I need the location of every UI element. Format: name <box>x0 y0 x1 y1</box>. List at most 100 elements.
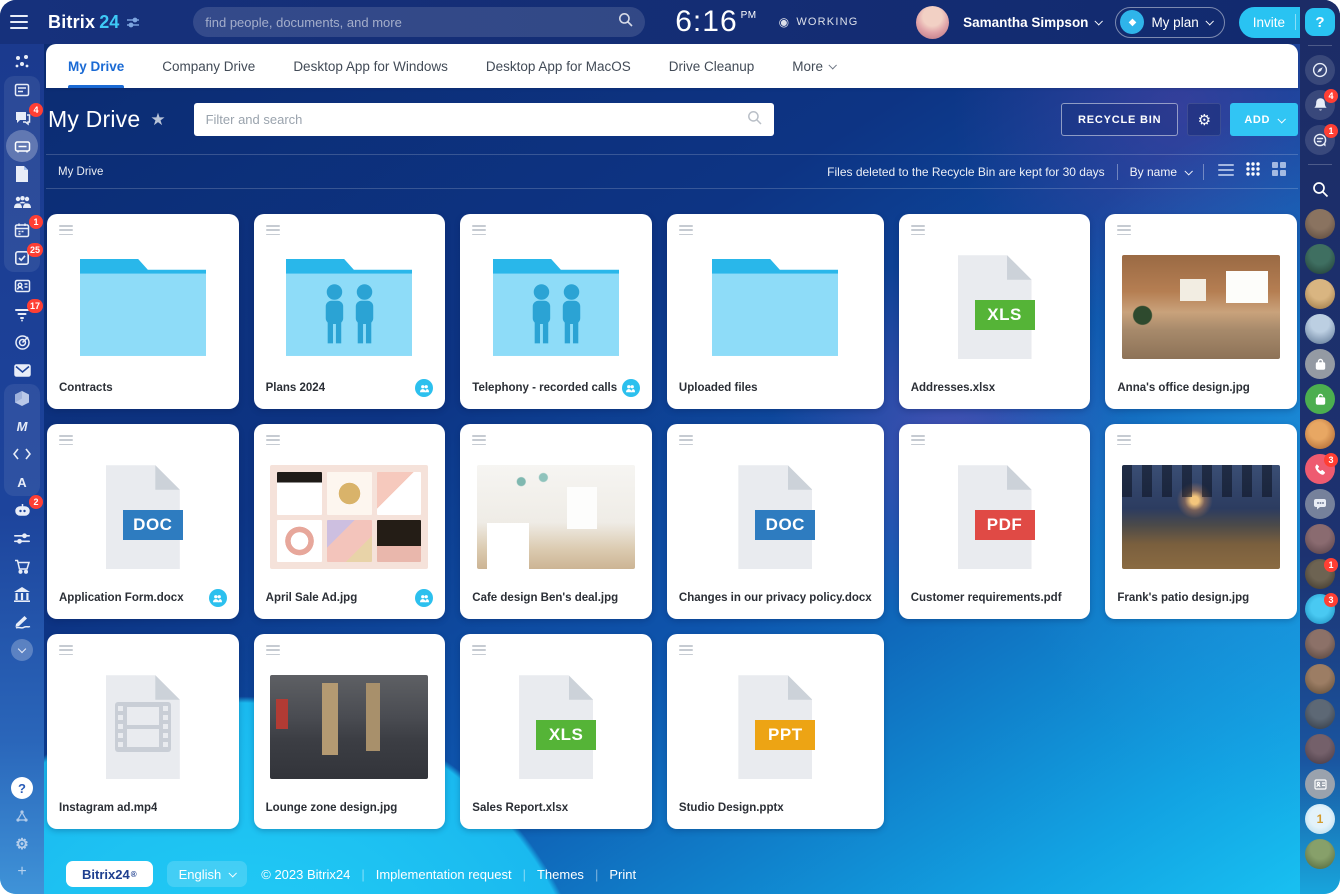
my-plan-button[interactable]: ◆ My plan <box>1115 7 1224 38</box>
sidebar-item-market[interactable]: M <box>4 412 40 440</box>
sidebar-item-sites[interactable] <box>4 384 40 412</box>
sidebar-item-employees[interactable] <box>4 188 40 216</box>
breadcrumb[interactable]: My Drive <box>58 166 103 178</box>
user-avatar[interactable] <box>916 6 949 39</box>
avatar[interactable]: 3 <box>1305 594 1335 624</box>
card-menu-icon[interactable] <box>1117 435 1131 445</box>
view-list-icon[interactable] <box>1218 163 1234 181</box>
file-card[interactable]: XLS Addresses.xlsx <box>899 214 1091 409</box>
sidebar-item-sign[interactable] <box>4 608 40 636</box>
file-card[interactable]: DOC Application Form.docx <box>47 424 239 619</box>
card-menu-icon[interactable] <box>911 225 925 235</box>
card-menu-icon[interactable] <box>679 225 693 235</box>
telephony-phone-icon[interactable]: 3 <box>1305 454 1335 484</box>
filter-search-input[interactable] <box>206 112 747 127</box>
sidebar-item-automation[interactable] <box>4 524 40 552</box>
contact-card-icon[interactable] <box>1305 769 1335 799</box>
notifications-bell-icon[interactable]: 4 <box>1305 90 1335 120</box>
card-menu-icon[interactable] <box>472 645 486 655</box>
avatar[interactable] <box>1305 524 1335 554</box>
file-card[interactable]: Uploaded files <box>667 214 884 409</box>
language-selector[interactable]: English <box>167 861 248 887</box>
file-card[interactable]: April Sale Ad.jpg <box>254 424 446 619</box>
sidebar-search-icon[interactable] <box>1305 174 1335 204</box>
file-card[interactable]: Lounge zone design.jpg <box>254 634 446 829</box>
card-menu-icon[interactable] <box>472 435 486 445</box>
locked-chat-icon[interactable] <box>1305 349 1335 379</box>
main-menu-icon[interactable] <box>10 10 34 34</box>
tab-desktop-macos[interactable]: Desktop App for MacOS <box>486 44 631 88</box>
file-card[interactable]: Frank's patio design.jpg <box>1105 424 1297 619</box>
search-icon[interactable] <box>747 110 762 130</box>
favorite-star-icon[interactable]: ★ <box>150 110 165 130</box>
sidebar-help-button[interactable]: ? <box>4 774 40 802</box>
sidebar-item-newsfeed[interactable] <box>4 76 40 104</box>
logo[interactable]: Bitrix 24 <box>48 12 139 33</box>
sidebar-item-documents[interactable] <box>4 160 40 188</box>
avatar[interactable] <box>1305 839 1335 869</box>
file-card[interactable]: DOC Changes in our privacy policy.docx <box>667 424 884 619</box>
file-card[interactable]: Telephony - recorded calls <box>460 214 652 409</box>
avatar[interactable] <box>1305 699 1335 729</box>
footer-link-print[interactable]: Print <box>609 867 636 882</box>
sidebar-item-store[interactable] <box>4 552 40 580</box>
sidebar-add-button[interactable]: + <box>4 858 40 886</box>
avatar[interactable] <box>1305 279 1335 309</box>
sidebar-item-crm[interactable] <box>4 272 40 300</box>
sidebar-item-devops[interactable] <box>4 440 40 468</box>
view-tiles-icon[interactable] <box>1272 162 1286 181</box>
group-chat-icon[interactable] <box>1305 489 1335 519</box>
file-card[interactable]: Contracts <box>47 214 239 409</box>
footer-link-implementation[interactable]: Implementation request <box>376 867 512 882</box>
sidebar-collapse-chevron[interactable] <box>4 636 40 664</box>
sidebar-item-webmail[interactable] <box>4 356 40 384</box>
file-card[interactable]: PDF Customer requirements.pdf <box>899 424 1091 619</box>
sidebar-settings-gear-icon[interactable]: ⚙ <box>4 830 40 858</box>
avatar[interactable] <box>1305 314 1335 344</box>
file-card[interactable]: Plans 2024 <box>254 214 446 409</box>
sidebar-item-sales-funnel[interactable]: 17 <box>4 300 40 328</box>
search-icon[interactable] <box>618 12 633 32</box>
file-card[interactable]: XLS Sales Report.xlsx <box>460 634 652 829</box>
logo-settings-icon[interactable] <box>127 15 139 33</box>
file-card[interactable]: Instagram ad.mp4 <box>47 634 239 829</box>
card-menu-icon[interactable] <box>679 435 693 445</box>
card-menu-icon[interactable] <box>679 645 693 655</box>
tab-my-drive[interactable]: My Drive <box>68 44 124 88</box>
sidebar-item-structure[interactable] <box>4 802 40 830</box>
messenger-icon[interactable]: 1 <box>1305 125 1335 155</box>
file-card[interactable]: PPT Studio Design.pptx <box>667 634 884 829</box>
tab-drive-cleanup[interactable]: Drive Cleanup <box>669 44 755 88</box>
add-button[interactable]: ADD <box>1230 103 1298 136</box>
settings-gear-button[interactable]: ⚙ <box>1187 103 1221 136</box>
sidebar-item-copilot[interactable]: 2 <box>4 496 40 524</box>
updates-compass-icon[interactable] <box>1305 55 1335 85</box>
open-chat-icon[interactable] <box>1305 384 1335 414</box>
card-menu-icon[interactable] <box>59 225 73 235</box>
card-menu-icon[interactable] <box>911 435 925 445</box>
clock[interactable]: 6:16 PM <box>675 7 756 37</box>
footer-link-themes[interactable]: Themes <box>537 867 584 882</box>
sidebar-item-messenger[interactable]: 4 <box>4 104 40 132</box>
global-search-input[interactable] <box>205 15 618 30</box>
card-menu-icon[interactable] <box>472 225 486 235</box>
sidebar-item-pulse[interactable] <box>4 48 40 76</box>
tab-desktop-windows[interactable]: Desktop App for Windows <box>293 44 448 88</box>
avatar[interactable] <box>1305 629 1335 659</box>
avatar[interactable]: 1 <box>1305 559 1335 589</box>
avatar[interactable] <box>1305 734 1335 764</box>
recycle-bin-button[interactable]: RECYCLE BIN <box>1061 103 1178 136</box>
help-button[interactable]: ? <box>1305 8 1335 36</box>
sort-selector[interactable]: By name <box>1130 165 1191 179</box>
sidebar-item-marketing[interactable] <box>4 328 40 356</box>
card-menu-icon[interactable] <box>1117 225 1131 235</box>
work-status[interactable]: ◉ WORKING <box>779 15 859 29</box>
tab-more[interactable]: More <box>792 44 835 88</box>
avatar[interactable] <box>1305 244 1335 274</box>
sidebar-item-calendar[interactable]: 1 <box>4 216 40 244</box>
avatar[interactable] <box>1305 419 1335 449</box>
avatar[interactable] <box>1305 664 1335 694</box>
avatar[interactable] <box>1305 209 1335 239</box>
card-menu-icon[interactable] <box>266 435 280 445</box>
tab-company-drive[interactable]: Company Drive <box>162 44 255 88</box>
